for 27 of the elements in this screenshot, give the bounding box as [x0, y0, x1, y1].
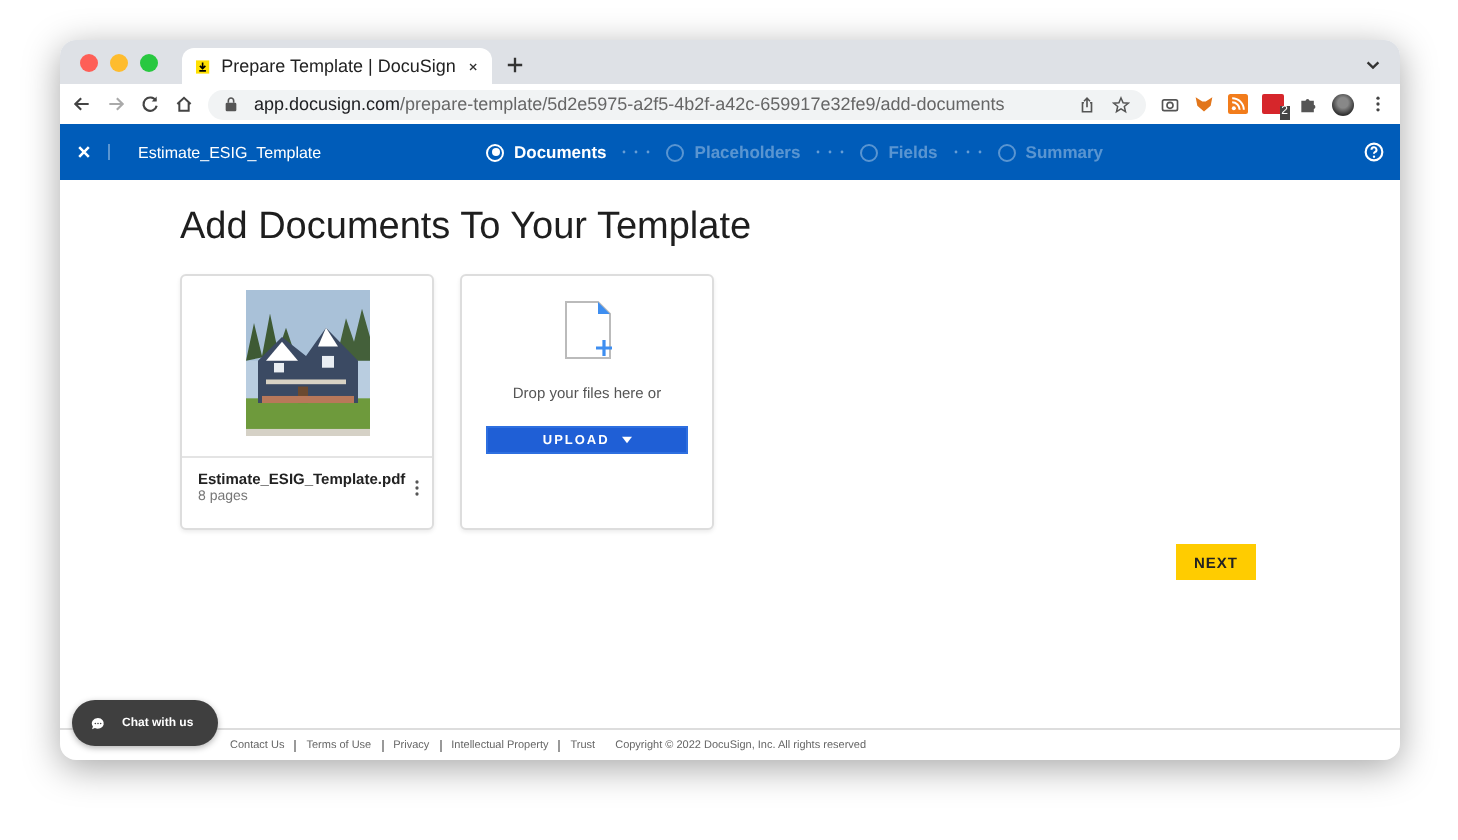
browser-tab[interactable]: Prepare Template | DocuSign [182, 48, 492, 84]
close-icon[interactable] [467, 59, 478, 73]
chat-bubble-icon [90, 715, 106, 731]
camera-icon[interactable] [1160, 94, 1180, 114]
chevron-down-icon[interactable] [1364, 56, 1382, 74]
rss-icon[interactable] [1228, 94, 1248, 114]
fox-icon[interactable] [1194, 94, 1214, 114]
url-text: app.docusign.com/prepare-template/5d2e5975-a2f5-4b2f-a42c-659917e32fe9/add-documents [254, 94, 1007, 114]
step-tab[interactable]: Documents [486, 142, 607, 162]
back-icon[interactable] [72, 94, 92, 114]
caret-icon [621, 435, 632, 443]
template-name: Estimate_ESIG_Template [138, 143, 324, 161]
new-tab-icon[interactable] [506, 56, 524, 74]
lock-icon [224, 96, 238, 112]
star-icon[interactable] [1112, 95, 1130, 113]
reload-icon[interactable] [140, 94, 160, 114]
file-add-icon [563, 300, 611, 360]
share-icon[interactable] [1078, 95, 1096, 113]
page-heading: Add Documents To Your Template [180, 206, 754, 250]
tab-title: Prepare Template | DocuSign [221, 56, 456, 76]
home-icon[interactable] [174, 94, 194, 114]
download-icon [196, 57, 210, 75]
puzzle-icon[interactable] [1298, 94, 1318, 114]
avatar[interactable] [1332, 93, 1354, 115]
help-icon[interactable] [1364, 142, 1384, 162]
address-bar[interactable]: app.docusign.com/prepare-template/5d2e5975-a2f5-4b2f-a42c-659917e32fe9/add-documents [208, 89, 1146, 119]
kebab-menu-icon[interactable] [414, 477, 420, 497]
